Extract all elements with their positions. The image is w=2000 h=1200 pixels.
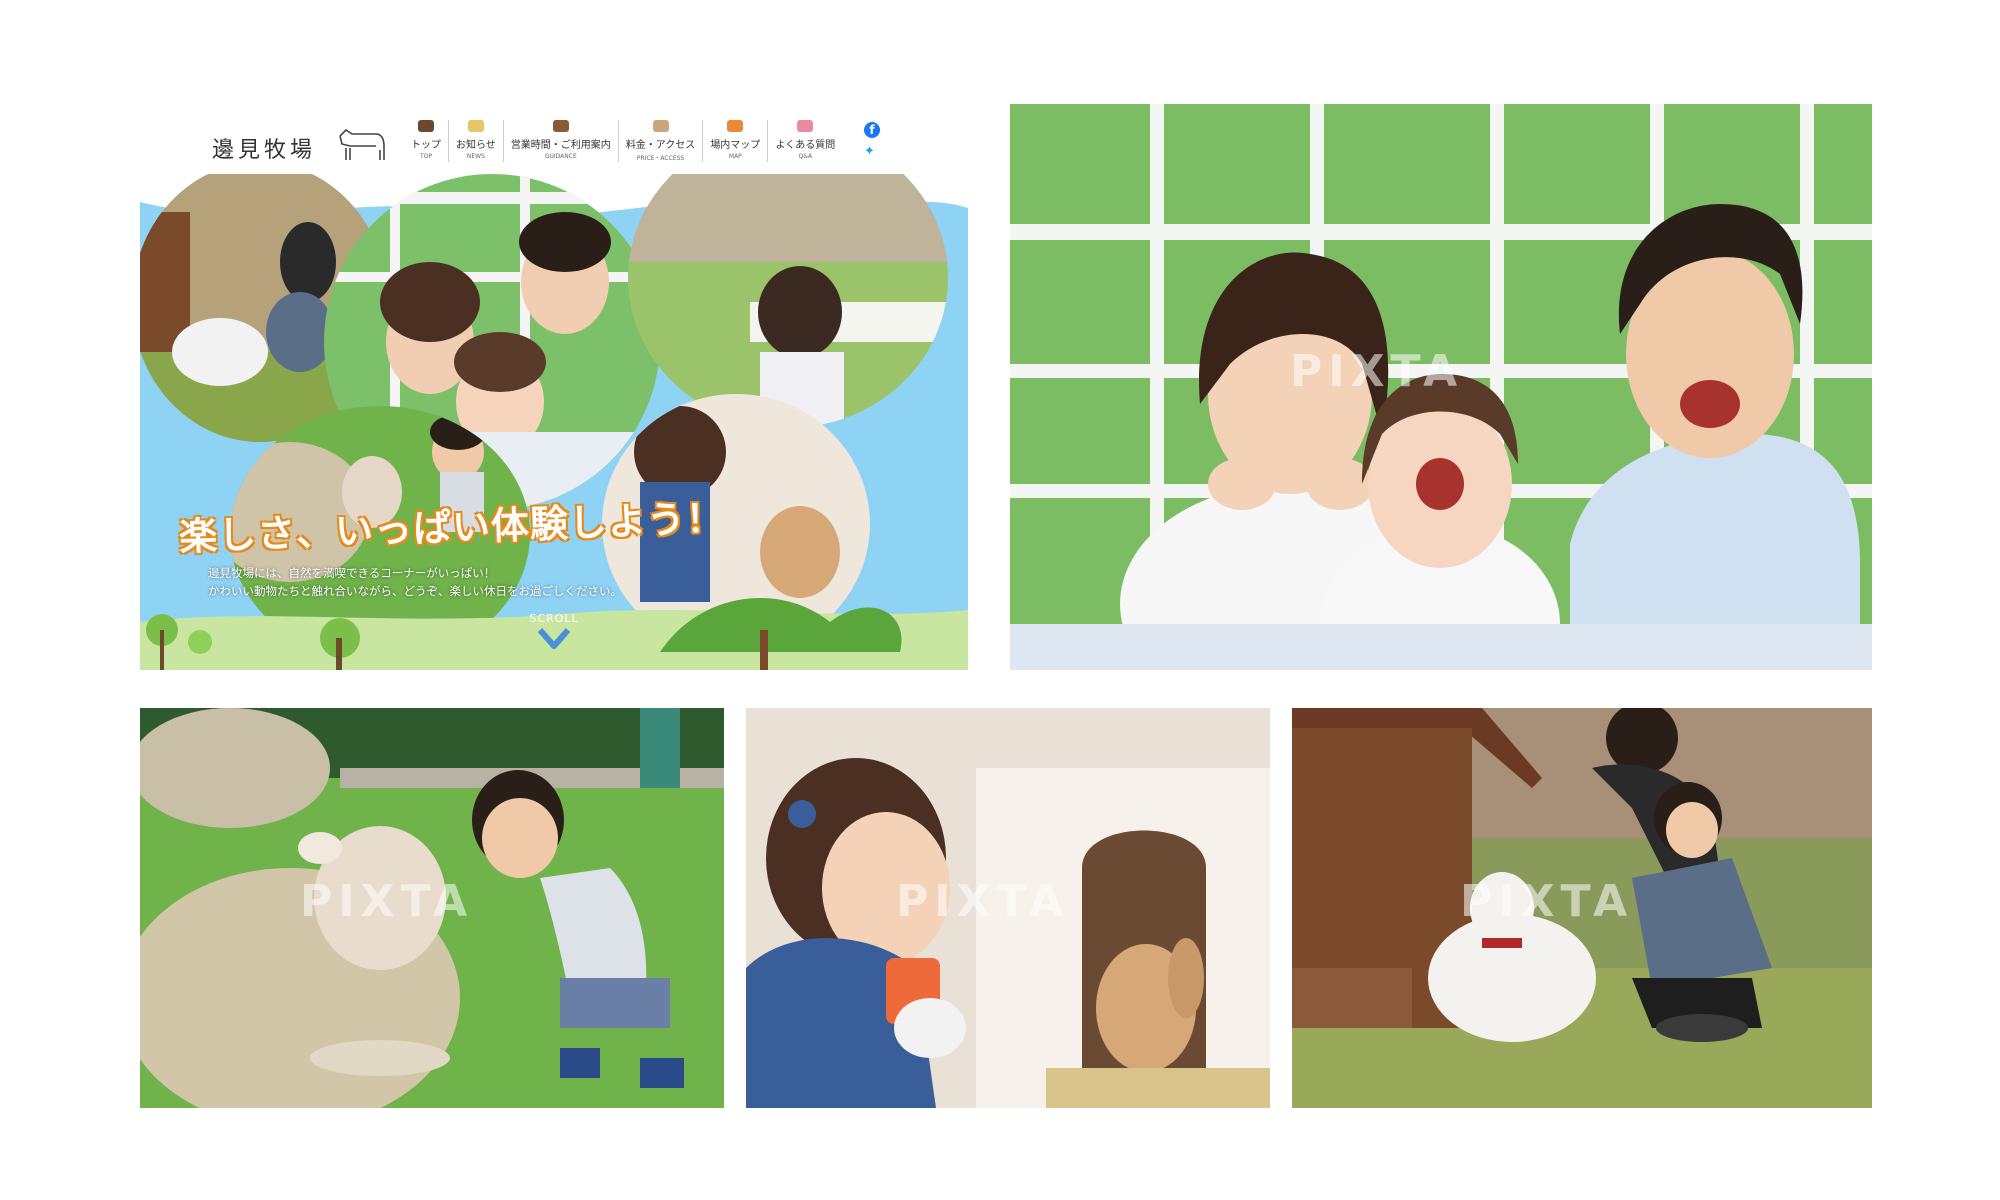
nav-label: お知らせ bbox=[456, 140, 496, 151]
scroll-button[interactable]: SCROLL bbox=[524, 612, 584, 655]
nav-item-price-access[interactable]: 料金・アクセス PRICE・ACCESS bbox=[619, 120, 704, 162]
nav-label: 営業時間・ご利用案内 bbox=[510, 140, 611, 151]
nav-item-guidance[interactable]: 営業時間・ご利用案内 GUIDANCE bbox=[504, 120, 619, 162]
nav-label: 場内マップ bbox=[710, 140, 761, 151]
family-photo: PIXTA bbox=[1010, 104, 1872, 670]
chevron-down-icon bbox=[537, 628, 571, 649]
sns-links: f ✦ bbox=[864, 122, 880, 158]
sheep-photo: PIXTA bbox=[140, 708, 724, 1108]
sheep-photo-image bbox=[140, 708, 724, 1108]
hero-description-line: かわいい動物たちと触れ合いながら、どうぞ、楽しい休日をお過ごしください。 bbox=[208, 584, 622, 598]
nav-label: トップ bbox=[411, 140, 441, 151]
rabbit-photo-image bbox=[746, 708, 1270, 1108]
nav-sublabel: Q&A bbox=[798, 153, 813, 160]
goat-photo-image bbox=[1292, 708, 1872, 1108]
sheep-icon bbox=[467, 120, 484, 132]
hero-description: 邊見牧場には、自然を満喫できるコーナーがいっぱい！ かわいい動物たちと触れ合いな… bbox=[208, 564, 622, 600]
twitter-icon[interactable]: ✦ bbox=[864, 145, 880, 158]
cow-icon bbox=[339, 128, 385, 160]
goat-icon bbox=[652, 120, 669, 132]
family-photo-image bbox=[1010, 104, 1872, 670]
website-mockup: 邊見牧場 トップ TOP お知らせ NEWS 営業時間・ご利用案内 GUIDAN… bbox=[140, 104, 968, 670]
nav-sublabel: NEWS bbox=[466, 153, 485, 160]
nav-label: よくある質問 bbox=[775, 140, 836, 151]
nav-sublabel: GUIDANCE bbox=[544, 153, 577, 160]
hero-description-line: 邊見牧場には、自然を満喫できるコーナーがいっぱい！ bbox=[208, 566, 496, 580]
nav-label: 料金・アクセス bbox=[625, 140, 696, 151]
nav-item-top[interactable]: トップ TOP bbox=[404, 120, 449, 162]
nav-item-map[interactable]: 場内マップ MAP bbox=[703, 120, 769, 162]
nav-sublabel: MAP bbox=[728, 153, 742, 160]
site-logo[interactable]: 邊見牧場 bbox=[212, 132, 316, 164]
pig-icon bbox=[797, 120, 814, 132]
rabbit-photo: PIXTA bbox=[746, 708, 1270, 1108]
nav-item-faq[interactable]: よくある質問 Q&A bbox=[768, 120, 842, 162]
scroll-label: SCROLL bbox=[529, 612, 579, 625]
cow-face-icon bbox=[418, 120, 434, 132]
site-nav: トップ TOP お知らせ NEWS 営業時間・ご利用案内 GUIDANCE 料金… bbox=[404, 120, 842, 162]
chick-icon bbox=[727, 120, 744, 132]
nav-sublabel: TOP bbox=[419, 153, 432, 160]
facebook-icon[interactable]: f bbox=[864, 122, 880, 138]
nav-item-news[interactable]: お知らせ NEWS bbox=[449, 120, 504, 162]
nav-sublabel: PRICE・ACCESS bbox=[636, 155, 685, 162]
horse-icon bbox=[552, 120, 569, 132]
goat-photo: PIXTA bbox=[1292, 708, 1872, 1108]
